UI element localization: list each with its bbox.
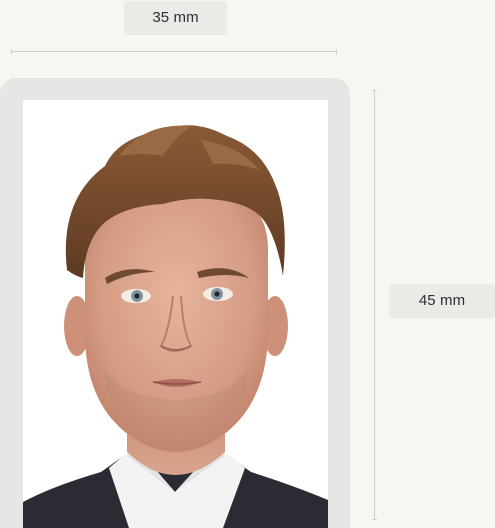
- portrait-illustration: [23, 100, 328, 528]
- width-dimension-badge: 35 mm: [124, 1, 227, 35]
- passport-photo-frame: [0, 78, 350, 528]
- height-dimension-line: [372, 90, 377, 520]
- passport-photo: [23, 100, 328, 528]
- height-dimension-badge: 45 mm: [389, 284, 495, 318]
- width-dimension-tick-right: [336, 49, 337, 54]
- height-dimension-tick-top: [372, 90, 377, 91]
- width-dimension-line: [11, 49, 337, 54]
- width-dimension-tick-left: [11, 49, 12, 54]
- height-dimension-tick-bottom: [372, 519, 377, 520]
